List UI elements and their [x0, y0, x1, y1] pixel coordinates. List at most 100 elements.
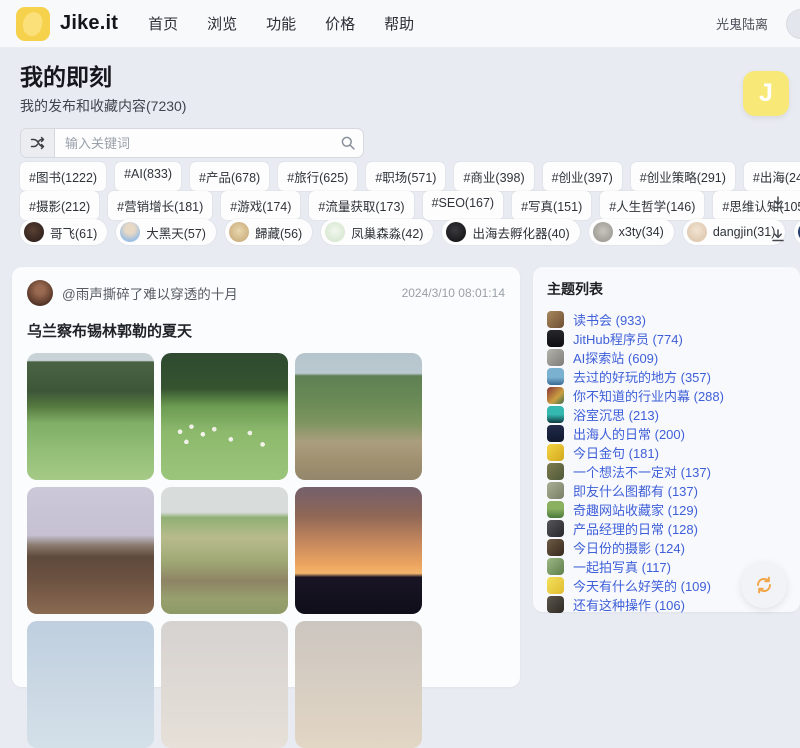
user-chip-label: 哥飞(61): [50, 223, 97, 242]
app-logo-icon[interactable]: [16, 7, 50, 41]
top-navbar: Jike.it 首页 浏览 功能 价格 帮助 光鬼陆离: [0, 0, 800, 48]
search-input[interactable]: [55, 129, 333, 157]
tag-chip-business[interactable]: #商业(398): [454, 162, 533, 191]
tag-chip-overseas[interactable]: #出海(248): [744, 162, 800, 191]
user-chip-github[interactable]: GitHub充电宝(31): [794, 219, 800, 245]
tag-chip-career[interactable]: #职场(571): [366, 162, 445, 191]
post-author-name[interactable]: @雨声撕碎了难以穿透的十月: [62, 283, 238, 303]
tag-chip-marketing[interactable]: #营销增长(181): [108, 191, 212, 220]
topic-item-pm-daily[interactable]: 产品经理的日常 (128): [547, 519, 786, 538]
topic-avatar-icon: [547, 368, 564, 385]
post-photo-6[interactable]: [295, 487, 422, 614]
topic-item-an-idea[interactable]: 一个想法不一定对 (137): [547, 462, 786, 481]
user-avatar-icon: [687, 222, 707, 242]
topic-label: AI探索站 (609): [573, 348, 658, 367]
tag-chip-games[interactable]: #游戏(174): [221, 191, 300, 220]
tag-chip-philosophy[interactable]: #人生哲学(146): [600, 191, 704, 220]
user-chip-chuhai[interactable]: 出海去孵化器(40): [442, 219, 579, 245]
user-chip-daheitian[interactable]: 大黑天(57): [116, 219, 216, 245]
user-avatar-icon: [325, 222, 345, 242]
topic-avatar-icon: [547, 539, 564, 556]
post-title: 乌兰察布锡林郭勒的夏天: [27, 320, 505, 341]
topic-item-daily-quote[interactable]: 今日金句 (181): [547, 443, 786, 462]
tag-chip-startup[interactable]: #创业(397): [543, 162, 622, 191]
download-icon: [770, 228, 786, 244]
user-avatar-icon: [120, 222, 140, 242]
user-chip-label: dangjin(31): [713, 225, 776, 239]
tag-chip-seo[interactable]: #SEO(167): [423, 191, 504, 220]
post-photo-2[interactable]: [161, 353, 288, 480]
post-photo-4[interactable]: [27, 487, 154, 614]
user-avatar-icon: [446, 222, 466, 242]
tag-chip-traffic[interactable]: #流量获取(173): [309, 191, 413, 220]
user-row: 哥飞(61) 大黑天(57) 歸藏(56) 凤巢森淼(42) 出海去孵化器(40…: [20, 219, 800, 245]
topic-avatar-icon: [547, 520, 564, 537]
post-card: @雨声撕碎了难以穿透的十月 2024/3/10 08:01:14 乌兰察布锡林郭…: [12, 267, 520, 687]
tag-chip-startup-strategy[interactable]: #创业策略(291): [631, 162, 735, 191]
user-chip-label: 歸藏(56): [255, 223, 302, 242]
tag-chip-ai[interactable]: #AI(833): [115, 162, 181, 191]
topic-avatar-icon: [547, 406, 564, 423]
post-photo-5[interactable]: [161, 487, 288, 614]
nav-item-browse[interactable]: 浏览: [203, 9, 241, 38]
post-photo-8[interactable]: [161, 621, 288, 748]
post-timestamp: 2024/3/10 08:01:14: [402, 286, 505, 300]
topic-avatar-icon: [547, 558, 564, 575]
topic-avatar-icon: [547, 444, 564, 461]
topic-label: 还有这种操作 (106): [573, 595, 685, 614]
tag-chip-travel[interactable]: #旅行(625): [278, 162, 357, 191]
search-icon[interactable]: [333, 129, 363, 157]
topic-sidebar: 主题列表 读书会 (933) JitHub程序员 (774) AI探索站 (60…: [533, 267, 800, 612]
user-chip-label: 出海去孵化器(40): [472, 223, 569, 242]
topic-item-daily-photo[interactable]: 今日份的摄影 (124): [547, 538, 786, 557]
topic-item-fun-places[interactable]: 去过的好玩的地方 (357): [547, 367, 786, 386]
assistant-float-button[interactable]: J: [743, 71, 789, 116]
shuffle-icon: [30, 135, 46, 151]
search-bar: [20, 128, 364, 158]
download-users-button[interactable]: [768, 226, 788, 246]
page-subtitle: 我的发布和收藏内容(7230): [20, 96, 186, 116]
post-photo-1[interactable]: [27, 353, 154, 480]
topic-label: 产品经理的日常 (128): [573, 519, 698, 538]
post-photo-9[interactable]: [295, 621, 422, 748]
topic-label: 浴室沉思 (213): [573, 405, 659, 424]
download-tags-button[interactable]: [768, 193, 788, 213]
post-author-avatar[interactable]: [27, 280, 53, 306]
user-chip-x3ty[interactable]: x3ty(34): [589, 219, 674, 245]
topic-label: JitHub程序员 (774): [573, 329, 683, 348]
username-label[interactable]: 光鬼陆离: [716, 14, 768, 33]
user-chip-fengchao[interactable]: 凤巢森淼(42): [321, 219, 433, 245]
topic-item-fun-websites[interactable]: 奇趣网站收藏家 (129): [547, 500, 786, 519]
tag-chip-photography[interactable]: #摄影(212): [20, 191, 99, 220]
topic-item-any-pictures[interactable]: 即友什么图都有 (137): [547, 481, 786, 500]
user-chip-label: 凤巢森淼(42): [351, 223, 423, 242]
tag-chip-books[interactable]: #图书(1222): [20, 162, 106, 191]
topic-item-jithub[interactable]: JitHub程序员 (774): [547, 329, 786, 348]
nav-item-home[interactable]: 首页: [144, 9, 182, 38]
topic-label: 读书会 (933): [573, 310, 646, 329]
user-avatar[interactable]: [786, 9, 800, 39]
main-nav: 首页 浏览 功能 价格 帮助: [144, 9, 418, 38]
download-icon: [770, 195, 786, 211]
topic-item-overseas-daily[interactable]: 出海人的日常 (200): [547, 424, 786, 443]
topic-item-industry-secrets[interactable]: 你不知道的行业内幕 (288): [547, 386, 786, 405]
topic-item-ai-explore[interactable]: AI探索站 (609): [547, 348, 786, 367]
post-photo-3[interactable]: [295, 353, 422, 480]
nav-item-features[interactable]: 功能: [262, 9, 300, 38]
post-photo-7[interactable]: [27, 621, 154, 748]
tag-chip-product[interactable]: #产品(678): [190, 162, 269, 191]
topic-avatar-icon: [547, 425, 564, 442]
nav-item-pricing[interactable]: 价格: [321, 9, 359, 38]
topic-avatar-icon: [547, 330, 564, 347]
user-chip-gefei[interactable]: 哥飞(61): [20, 219, 107, 245]
tag-chip-portrait[interactable]: #写真(151): [512, 191, 591, 220]
nav-item-help[interactable]: 帮助: [380, 9, 418, 38]
topic-item-shower-thoughts[interactable]: 浴室沉思 (213): [547, 405, 786, 424]
refresh-button[interactable]: [741, 562, 787, 608]
shuffle-button[interactable]: [21, 129, 55, 157]
topic-item-dushuhui[interactable]: 读书会 (933): [547, 310, 786, 329]
topic-avatar-icon: [547, 463, 564, 480]
refresh-icon: [752, 573, 776, 597]
user-chip-guicang[interactable]: 歸藏(56): [225, 219, 312, 245]
topic-avatar-icon: [547, 349, 564, 366]
